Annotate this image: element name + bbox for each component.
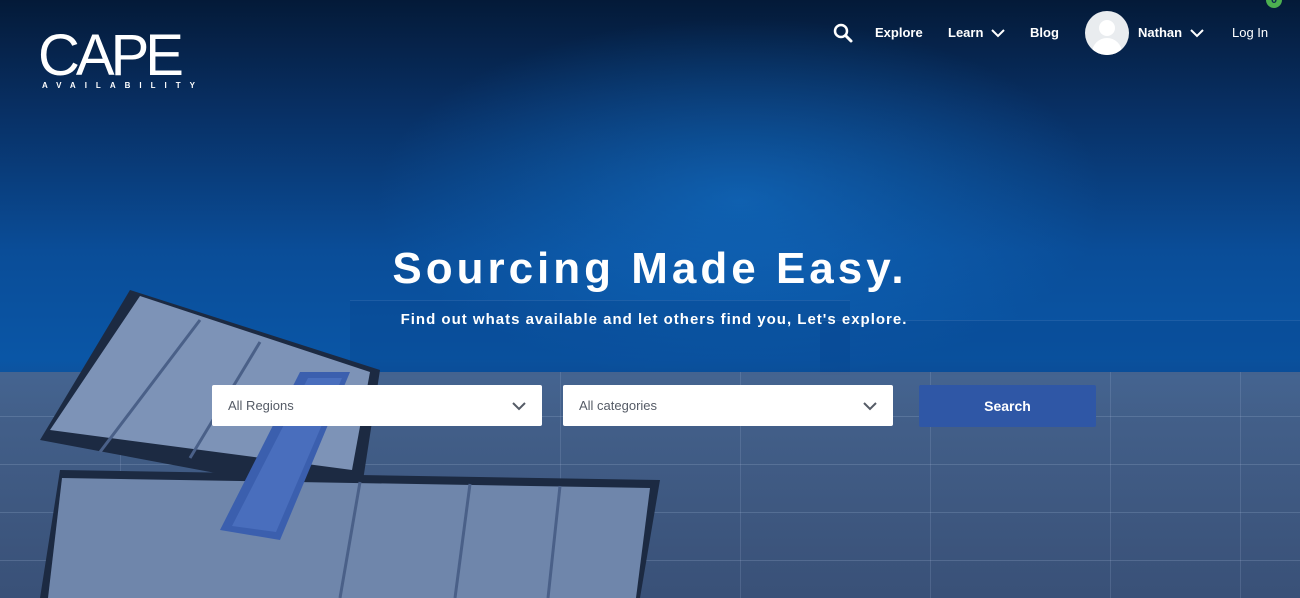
user-name-label: Nathan [1138, 25, 1183, 40]
nav-explore-label: Explore [875, 25, 923, 40]
category-select[interactable]: All categories [563, 385, 893, 426]
avatar-head-shape [1099, 20, 1115, 36]
login-link[interactable]: Log In [1232, 24, 1268, 42]
logo-wordmark: CAPE [38, 23, 184, 88]
nav-learn-dropdown[interactable]: Learn [948, 24, 1006, 42]
chevron-down-icon [863, 401, 877, 410]
nav-blog-label: Blog [1030, 25, 1059, 40]
region-select-value: All Regions [228, 398, 294, 413]
search-icon[interactable] [832, 22, 854, 44]
category-select-value: All categories [579, 398, 658, 413]
search-button[interactable]: Search [919, 385, 1096, 427]
nav-explore-link[interactable]: Explore [875, 24, 923, 42]
top-navigation: CAPE AVAILABILITY Explore Learn Blog Nat… [0, 0, 1300, 90]
search-button-label: Search [984, 398, 1031, 414]
nav-blog-link[interactable]: Blog [1030, 24, 1059, 42]
user-avatar[interactable] [1085, 11, 1129, 55]
user-menu-dropdown[interactable]: Nathan [1138, 24, 1204, 42]
hero-subline: Find out whats available and let others … [400, 311, 908, 328]
hero-headline: Sourcing Made Easy. [392, 244, 908, 293]
chevron-down-icon [1190, 29, 1204, 38]
avatar-body-shape [1092, 38, 1122, 55]
logo-tagline: AVAILABILITY [42, 81, 204, 90]
cape-logo[interactable]: CAPE AVAILABILITY [38, 23, 198, 92]
region-select[interactable]: All Regions [212, 385, 542, 426]
chevron-down-icon [512, 401, 526, 410]
nav-learn-label: Learn [948, 25, 984, 40]
login-label: Log In [1232, 25, 1269, 40]
chevron-down-icon [991, 29, 1006, 38]
notification-badge[interactable]: 0 [1266, 0, 1282, 8]
